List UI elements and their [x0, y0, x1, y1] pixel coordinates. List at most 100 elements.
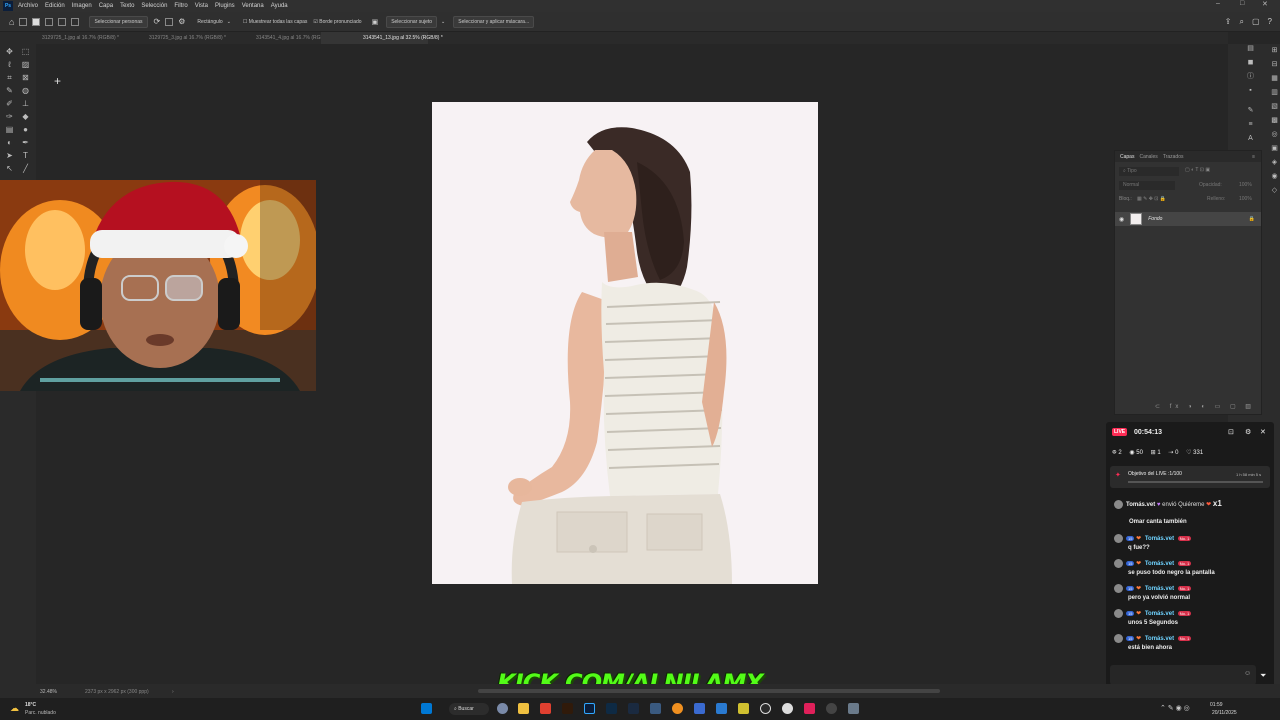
- photoshop-app-icon[interactable]: [584, 703, 595, 714]
- panel-menu-icon[interactable]: ≡: [1252, 154, 1255, 160]
- tab-canales[interactable]: Canales: [1139, 154, 1157, 160]
- move-tool-icon[interactable]: ✥: [5, 47, 14, 56]
- tab-doc-3[interactable]: 3143541_4.jpg al 16.7% (RGB/8) *: [214, 32, 333, 44]
- panel-icon[interactable]: ▩: [1270, 116, 1279, 125]
- app-icon[interactable]: [738, 703, 749, 714]
- intersect-selection-icon[interactable]: [71, 17, 80, 26]
- horizontal-scrollbar[interactable]: [478, 689, 940, 693]
- tab-doc-4[interactable]: 3143541_13.jpg al 32.5% (RGB/8) *: [321, 32, 443, 44]
- overlay-icon[interactable]: [165, 17, 174, 26]
- share-icon[interactable]: ⇪: [1225, 17, 1232, 26]
- hard-edge-checkbox[interactable]: ☑ Borde pronunciado: [313, 19, 361, 25]
- obs-app-icon[interactable]: [826, 703, 837, 714]
- panel-icon[interactable]: ▣: [1270, 144, 1279, 153]
- system-tray-icons[interactable]: ⌃ ✎ ◉ ◎: [1160, 704, 1190, 712]
- panel-icon[interactable]: ◎: [1270, 130, 1279, 139]
- brush-settings-icon[interactable]: ✎: [1246, 106, 1255, 115]
- layer-name[interactable]: Fondo: [1148, 216, 1162, 222]
- paths-panel-icon[interactable]: ◇: [1270, 186, 1279, 195]
- eye-icon[interactable]: ◉: [1119, 216, 1124, 223]
- chevron-down-icon[interactable]: ⌄: [441, 19, 445, 25]
- gradient-tool-icon[interactable]: ▤: [5, 125, 14, 134]
- menu-archivo[interactable]: Archivo: [18, 3, 38, 9]
- object-selection-tool-icon[interactable]: ▨: [21, 60, 30, 69]
- lock-icon[interactable]: ⊡: [1228, 428, 1234, 436]
- menu-edicion[interactable]: Edición: [45, 3, 65, 9]
- panel-icon[interactable]: ▧: [1270, 102, 1279, 111]
- help-icon[interactable]: ?: [1268, 17, 1272, 26]
- menu-ayuda[interactable]: Ayuda: [271, 3, 288, 9]
- brave-browser-icon[interactable]: [540, 703, 551, 714]
- select-people-button[interactable]: Seleccionar personas: [89, 15, 148, 28]
- close-icon[interactable]: ✕: [1262, 0, 1268, 8]
- crop-tool-icon[interactable]: ⌗: [5, 73, 14, 82]
- calculator-icon[interactable]: [694, 703, 705, 714]
- menu-texto[interactable]: Texto: [120, 3, 134, 9]
- artboard-tool-icon[interactable]: ⬚: [21, 47, 30, 56]
- menu-plugins[interactable]: Plugins: [215, 3, 235, 9]
- chat-username[interactable]: Tomás.vet: [1145, 586, 1174, 592]
- menu-imagen[interactable]: Imagen: [72, 3, 92, 9]
- select-and-mask-button[interactable]: Seleccionar y aplicar máscara...: [453, 15, 535, 28]
- zoom-level[interactable]: 32.48%: [40, 689, 57, 695]
- minimize-icon[interactable]: –: [1216, 0, 1220, 7]
- chat-input[interactable]: ☺: [1110, 665, 1256, 685]
- app-icon[interactable]: [650, 703, 661, 714]
- adjustments-icon[interactable]: ≡: [1246, 120, 1255, 129]
- layers-icon[interactable]: ▣: [372, 18, 379, 26]
- refresh-icon[interactable]: ⟳: [154, 17, 161, 26]
- lasso-tool-icon[interactable]: ℓ: [5, 60, 14, 69]
- brush-tool-icon[interactable]: ✐: [5, 99, 14, 108]
- line-tool-icon[interactable]: ╱: [21, 164, 30, 173]
- tiktok-app-icon[interactable]: [804, 703, 815, 714]
- camera-app-icon[interactable]: [497, 703, 508, 714]
- lock-icons[interactable]: ▦ ✎ ✥ ⊡ 🔒: [1137, 196, 1166, 202]
- tab-trazados[interactable]: Trazados: [1163, 154, 1184, 160]
- settings-app-icon[interactable]: [848, 703, 859, 714]
- home-icon[interactable]: ⌂: [9, 17, 14, 27]
- panel-icon[interactable]: ⊞: [1270, 46, 1279, 55]
- clock-time[interactable]: 01:59: [1210, 702, 1223, 708]
- menu-seleccion[interactable]: Selección: [141, 3, 167, 9]
- layer-row-fondo[interactable]: ◉ Fondo 🔒: [1115, 212, 1261, 226]
- spot-healing-tool-icon[interactable]: ◍: [21, 86, 30, 95]
- live-goal-card[interactable]: ✦ Objetivo del LIVE :1/100 1 h 58 min 5 …: [1110, 466, 1270, 488]
- lightroom-app-icon[interactable]: [606, 703, 617, 714]
- filter-icon[interactable]: ⏷: [1260, 671, 1266, 681]
- weather-temp[interactable]: 18°C: [25, 702, 36, 708]
- search-app-icon[interactable]: [672, 703, 683, 714]
- menu-capa[interactable]: Capa: [99, 3, 113, 9]
- panel-icon[interactable]: ▥: [1270, 88, 1279, 97]
- mode-dropdown[interactable]: Rectángulo: [193, 17, 226, 27]
- windows-start-icon[interactable]: [421, 703, 432, 714]
- document-canvas[interactable]: [432, 102, 818, 584]
- close-icon[interactable]: ✕: [1260, 428, 1266, 436]
- frame-tool-icon[interactable]: ⊠: [21, 73, 30, 82]
- eraser-tool-icon[interactable]: ◆: [21, 112, 30, 121]
- blur-tool-icon[interactable]: ●: [21, 125, 30, 134]
- panel-icon[interactable]: ◼: [1246, 58, 1255, 67]
- new-selection-icon[interactable]: [32, 17, 41, 26]
- gear-icon[interactable]: ⚙: [1245, 428, 1251, 436]
- text-icon[interactable]: A: [1246, 134, 1255, 143]
- pen-tool-icon[interactable]: ✒: [21, 138, 30, 147]
- gear-icon[interactable]: ⚙: [178, 17, 185, 26]
- chat-username[interactable]: Tomás.vet: [1145, 561, 1174, 567]
- panel-icon[interactable]: ⊟: [1270, 60, 1279, 69]
- chat-username[interactable]: Tomás.vet: [1145, 611, 1174, 617]
- search-icon[interactable]: ⌕: [1240, 17, 1244, 27]
- comment-icon[interactable]: ▪: [1246, 86, 1255, 95]
- layer-actions[interactable]: ⊂ fx ◑ ◐ ▭ ▢ ▥: [1155, 403, 1255, 410]
- sample-all-layers-checkbox[interactable]: ☐ Muestrear todas las capas: [243, 19, 308, 25]
- emoji-icon[interactable]: ☺: [1244, 670, 1251, 677]
- notes-app-icon[interactable]: [716, 703, 727, 714]
- menu-filtro[interactable]: Filtro: [174, 3, 187, 9]
- filter-icons[interactable]: ▢ ◐ T ⊡ ▣: [1185, 167, 1255, 176]
- dodge-tool-icon[interactable]: ◐: [5, 138, 14, 147]
- maximize-icon[interactable]: □: [1240, 0, 1244, 7]
- subtract-selection-icon[interactable]: [58, 17, 67, 26]
- tab-doc-2[interactable]: 3129725_3.jpg al 16.7% (RGB/8) *: [107, 32, 226, 44]
- tool-preset-icon[interactable]: [19, 17, 28, 26]
- direct-select-tool-icon[interactable]: ↖: [5, 164, 14, 173]
- history-brush-tool-icon[interactable]: ✑: [5, 112, 14, 121]
